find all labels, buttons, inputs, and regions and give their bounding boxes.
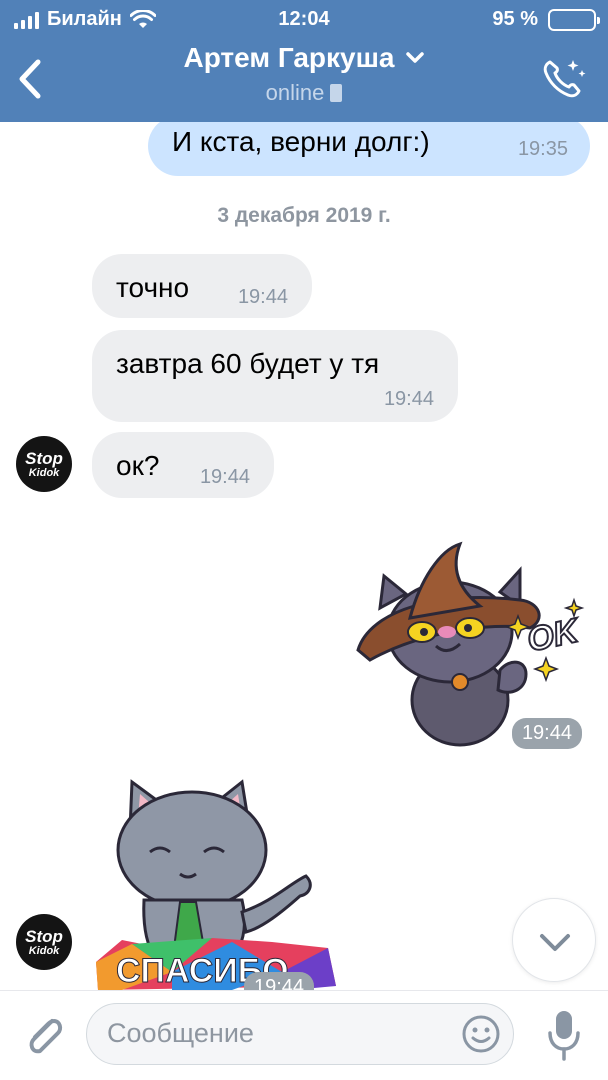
message-text: завтра 60 будет у тя	[116, 348, 380, 379]
scroll-down-button[interactable]	[512, 898, 596, 982]
contact-status: online	[265, 80, 325, 105]
avatar-text-line2: Kidok	[28, 944, 60, 957]
contact-status-row: online	[120, 74, 488, 106]
contact-name-row: Артем Гаркуша	[183, 42, 424, 74]
status-bar: Билайн 12:04 95 %	[0, 0, 608, 40]
sticker-time: 19:44	[244, 972, 315, 990]
date-separator: 3 декабря 2019 г.	[217, 204, 391, 227]
message-bubble-incoming[interactable]: ок? 19:44	[92, 432, 274, 498]
message-input-placeholder: Сообщение	[107, 1018, 254, 1048]
chevron-down-icon	[405, 52, 424, 63]
message-text: ок?	[116, 450, 160, 481]
message-time: 19:44	[383, 388, 434, 410]
message-time: 19:35	[517, 138, 568, 160]
contact-name: Артем Гаркуша	[183, 42, 395, 73]
message-input[interactable]: Сообщение	[86, 1003, 514, 1065]
contact-status-wrap: online	[266, 80, 343, 106]
sticker-message-outgoing[interactable]: OK 19:44	[350, 540, 590, 750]
chevron-down-icon	[540, 934, 570, 951]
cat-thanks-sticker: СПАСИБО	[96, 779, 336, 990]
battery-percent: 95 %	[492, 8, 538, 30]
message-text: И кста, верни долг:)	[172, 126, 430, 157]
sticker-time: 19:44	[511, 718, 582, 749]
microphone-icon[interactable]	[546, 1007, 582, 1063]
message-composer: Сообщение	[0, 990, 608, 1080]
avatar-text-line2: Kidok	[28, 466, 60, 479]
status-right: 95 %	[492, 8, 600, 31]
mobile-device-icon	[330, 84, 343, 102]
avatar[interactable]: Stop Kidok	[16, 914, 72, 970]
chat-header: Билайн 12:04 95 % Артем Гаркуша online	[0, 0, 608, 122]
call-icon[interactable]	[540, 54, 588, 102]
message-text: точно	[116, 272, 190, 303]
contact-title[interactable]: Артем Гаркуша online	[120, 42, 488, 106]
avatar-text-line1: Stop	[25, 448, 63, 468]
message-time: 19:44	[237, 286, 288, 308]
message-bubble-incoming[interactable]: завтра 60 будет у тя 19:44	[92, 330, 458, 422]
avatar[interactable]: Stop Kidok	[16, 436, 72, 492]
avatar-text-line1: Stop	[25, 926, 63, 946]
back-chevron-icon[interactable]	[16, 58, 46, 100]
message-list[interactable]: И кста, верни долг:) 19:35 3 декабря 201…	[0, 122, 608, 990]
message-time: 19:44	[199, 466, 250, 488]
battery-icon	[548, 8, 600, 31]
paperclip-icon[interactable]	[22, 1009, 68, 1059]
smile-icon[interactable]	[461, 1014, 501, 1054]
sticker-message-incoming[interactable]: СПАСИБО 19:44	[92, 772, 342, 990]
message-bubble-incoming[interactable]: точно 19:44	[92, 254, 312, 318]
message-bubble-outgoing[interactable]: И кста, верни долг:) 19:35	[148, 122, 590, 176]
